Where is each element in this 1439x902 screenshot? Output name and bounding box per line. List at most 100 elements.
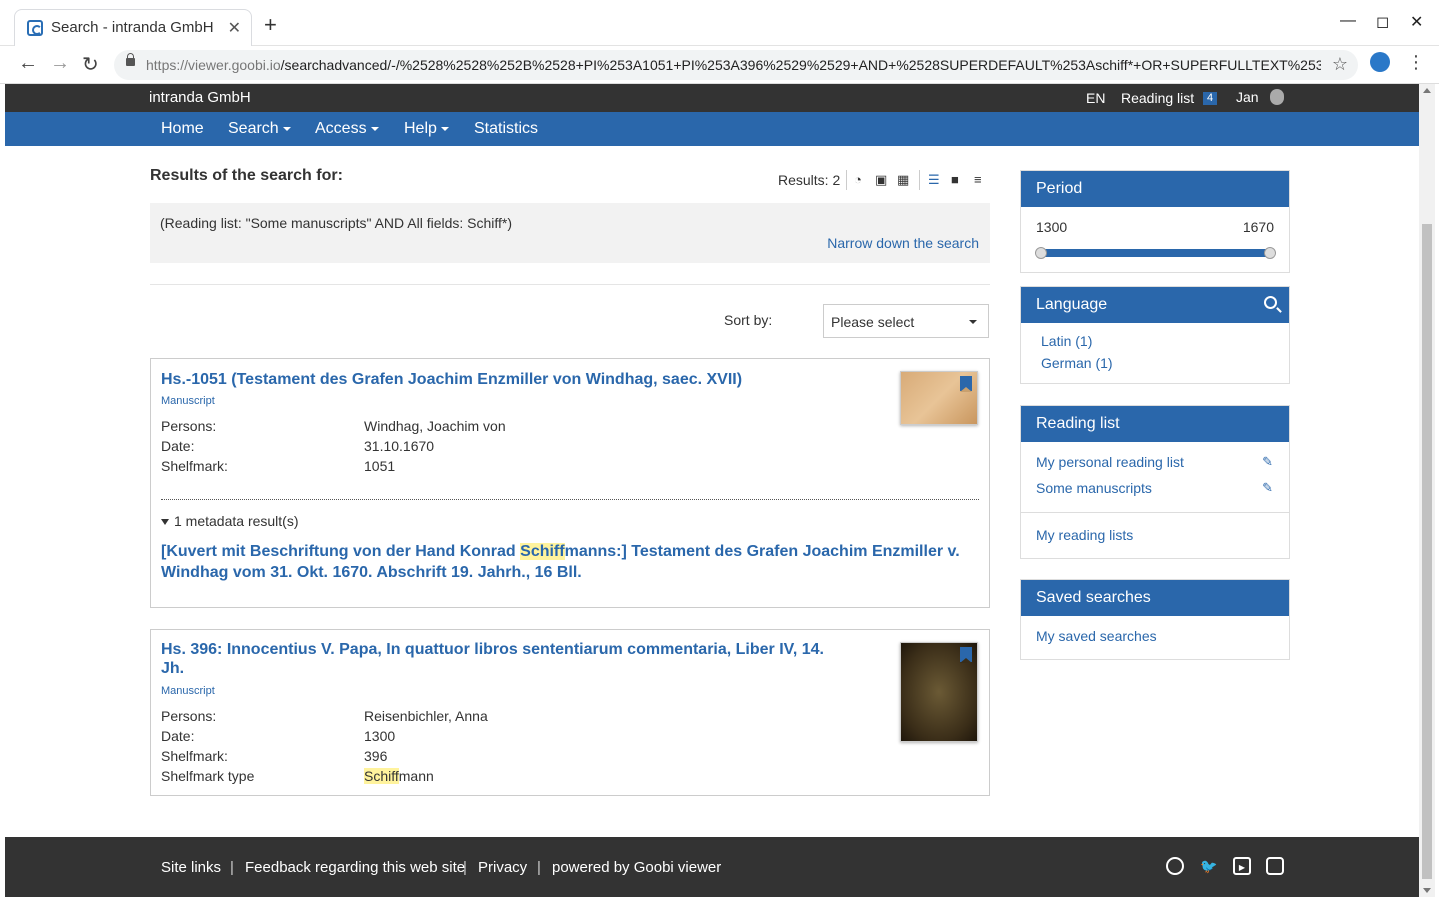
footer-site-links[interactable]: Site links <box>161 859 221 876</box>
language-switch[interactable]: EN <box>1086 90 1105 106</box>
browser-menu-icon[interactable]: ⋮ <box>1407 52 1425 73</box>
bookmark-icon[interactable] <box>960 376 972 392</box>
twitter-icon[interactable]: 🐦 <box>1200 857 1218 875</box>
compact-view-icon[interactable]: ≡ <box>974 172 982 187</box>
my-reading-lists-label: My reading lists <box>1036 527 1134 543</box>
minimize-icon[interactable]: — <box>1340 12 1356 30</box>
reading-list-link[interactable]: Reading list <box>1121 90 1194 106</box>
site-topbar: intranda GmbH EN Reading list 4 Jan <box>5 84 1419 112</box>
youtube-icon[interactable]: ▶ <box>1233 857 1251 875</box>
period-to: 1670 <box>1242 219 1274 235</box>
browser-address-bar: ← → ↻ https://viewer.goobi.io/searchadva… <box>0 46 1439 84</box>
facet-item-german[interactable]: German (1) <box>1041 355 1113 371</box>
url-host: https://viewer.goobi.io <box>146 57 281 73</box>
github-icon[interactable] <box>1166 857 1184 875</box>
scroll-up-icon[interactable] <box>1423 88 1431 93</box>
hit-thumbnail[interactable] <box>900 642 978 742</box>
toolbar-divider <box>919 170 920 190</box>
metadata-results-toggle[interactable]: 1 metadata result(s) <box>161 513 299 529</box>
result-count: Results: 2 <box>778 172 841 188</box>
url-field[interactable]: https://viewer.goobi.io/searchadvanced/-… <box>114 50 1358 80</box>
user-menu[interactable]: Jan <box>1236 89 1259 105</box>
rss-icon[interactable]: ◔ <box>854 172 862 187</box>
narrow-search-link[interactable]: Narrow down the search <box>827 235 979 251</box>
list-view-icon[interactable]: ☰ <box>928 172 940 188</box>
search-icon[interactable] <box>1264 296 1277 309</box>
widget-title: Reading list <box>1021 406 1289 442</box>
url-text: https://viewer.goobi.io/searchadvanced/-… <box>146 57 1321 73</box>
bookmark-star-icon[interactable]: ☆ <box>1332 54 1348 75</box>
scrollbar-thumb[interactable] <box>1422 224 1432 879</box>
saved-searches-link[interactable]: My saved searches <box>1036 628 1157 644</box>
user-avatar-icon[interactable] <box>1270 89 1284 105</box>
search-query-text: (Reading list: "Some manuscripts" AND Al… <box>160 215 513 231</box>
nav-help-label: Help <box>404 120 437 137</box>
language-widget: Language Latin (1) German (1) <box>1020 286 1290 384</box>
window-close-icon[interactable]: ✕ <box>1410 12 1423 32</box>
scroll-down-icon[interactable] <box>1423 888 1431 893</box>
page-scrollbar[interactable] <box>1419 84 1435 897</box>
nav-help[interactable]: Help <box>404 120 449 138</box>
widget-title-label: Language <box>1036 296 1108 313</box>
footer-separator: | <box>537 859 541 876</box>
sort-select-value: Please select <box>831 314 915 330</box>
save-search-icon[interactable]: ▣ <box>875 172 887 188</box>
slider-handle-min[interactable] <box>1035 247 1047 259</box>
hit-meta-value: Windhag, Joachim von <box>364 418 506 434</box>
lock-icon <box>126 53 135 66</box>
search-hit: Hs. 396: Innocentius V. Papa, In quattuo… <box>150 629 990 796</box>
reading-list-item-personal[interactable]: My personal reading list <box>1036 454 1184 470</box>
period-widget: Period 1300 1670 <box>1020 170 1290 273</box>
my-reading-lists-link[interactable]: My reading lists <box>1036 527 1133 543</box>
browser-tab[interactable]: Search - intranda GmbH ✕ <box>14 9 252 46</box>
widget-title: Language <box>1021 287 1289 323</box>
hit-text: [Kuvert mit Beschriftung von der Hand Ko… <box>161 543 521 560</box>
footer-privacy[interactable]: Privacy <box>478 859 527 876</box>
tab-close-icon[interactable]: ✕ <box>228 18 241 38</box>
metadata-hit-link[interactable]: [Kuvert mit Beschriftung von der Hand Ko… <box>161 541 979 583</box>
search-hit: Hs.-1051 (Testament des Grafen Joachim E… <box>150 358 990 608</box>
facet-label: Latin (1) <box>1041 333 1093 349</box>
forward-arrow-icon[interactable]: → <box>50 52 70 75</box>
profile-icon[interactable] <box>1370 52 1390 72</box>
widget-title: Period <box>1021 171 1289 207</box>
nav-access[interactable]: Access <box>315 120 379 138</box>
bookmark-icon[interactable] <box>960 647 972 663</box>
back-arrow-icon[interactable]: ← <box>18 52 38 75</box>
hit-doctype[interactable]: Manuscript <box>161 395 215 407</box>
new-tab-icon[interactable]: + <box>264 14 277 36</box>
reading-list-item-manuscripts[interactable]: Some manuscripts <box>1036 480 1152 496</box>
facet-item-latin[interactable]: Latin (1) <box>1041 333 1092 349</box>
hit-meta-label: Shelfmark: <box>161 748 228 764</box>
reload-icon[interactable]: ↻ <box>82 52 99 77</box>
nav-search-label: Search <box>228 120 279 137</box>
site-footer: Site links | Feedback regarding this web… <box>5 837 1419 897</box>
hit-title[interactable]: Hs.-1051 (Testament des Grafen Joachim E… <box>161 370 742 389</box>
tab-title: Search - intranda GmbH <box>51 19 214 36</box>
reading-list-badge: 4 <box>1203 92 1218 105</box>
hit-text: mann <box>398 768 434 784</box>
sort-select[interactable]: Please select <box>823 304 989 338</box>
period-slider[interactable] <box>1037 249 1274 257</box>
export-table-icon[interactable]: ▦ <box>897 172 909 188</box>
hit-doctype[interactable]: Manuscript <box>161 685 215 697</box>
nav-statistics[interactable]: Statistics <box>474 120 538 138</box>
hit-title[interactable]: Hs. 396: Innocentius V. Papa, In quattuo… <box>161 640 841 678</box>
edit-pencil-icon[interactable]: ✎ <box>1262 454 1273 470</box>
edit-pencil-icon[interactable]: ✎ <box>1262 480 1273 496</box>
divider <box>161 499 979 500</box>
grid-view-icon[interactable]: ■ <box>951 172 959 187</box>
saved-searches-widget: Saved searches My saved searches <box>1020 579 1290 660</box>
reading-list-label: Some manuscripts <box>1036 480 1152 496</box>
site-brand[interactable]: intranda GmbH <box>149 89 251 106</box>
divider <box>1021 512 1289 513</box>
maximize-icon[interactable]: ◻ <box>1376 12 1389 32</box>
hit-meta-value: 1051 <box>364 458 396 474</box>
footer-feedback[interactable]: Feedback regarding this web site <box>245 859 465 876</box>
slider-handle-max[interactable] <box>1264 247 1276 259</box>
slideshare-icon[interactable] <box>1266 857 1284 875</box>
hit-thumbnail[interactable] <box>900 371 978 425</box>
nav-search[interactable]: Search <box>228 120 291 138</box>
footer-powered-by[interactable]: powered by Goobi viewer <box>552 859 721 876</box>
nav-home[interactable]: Home <box>161 120 204 138</box>
